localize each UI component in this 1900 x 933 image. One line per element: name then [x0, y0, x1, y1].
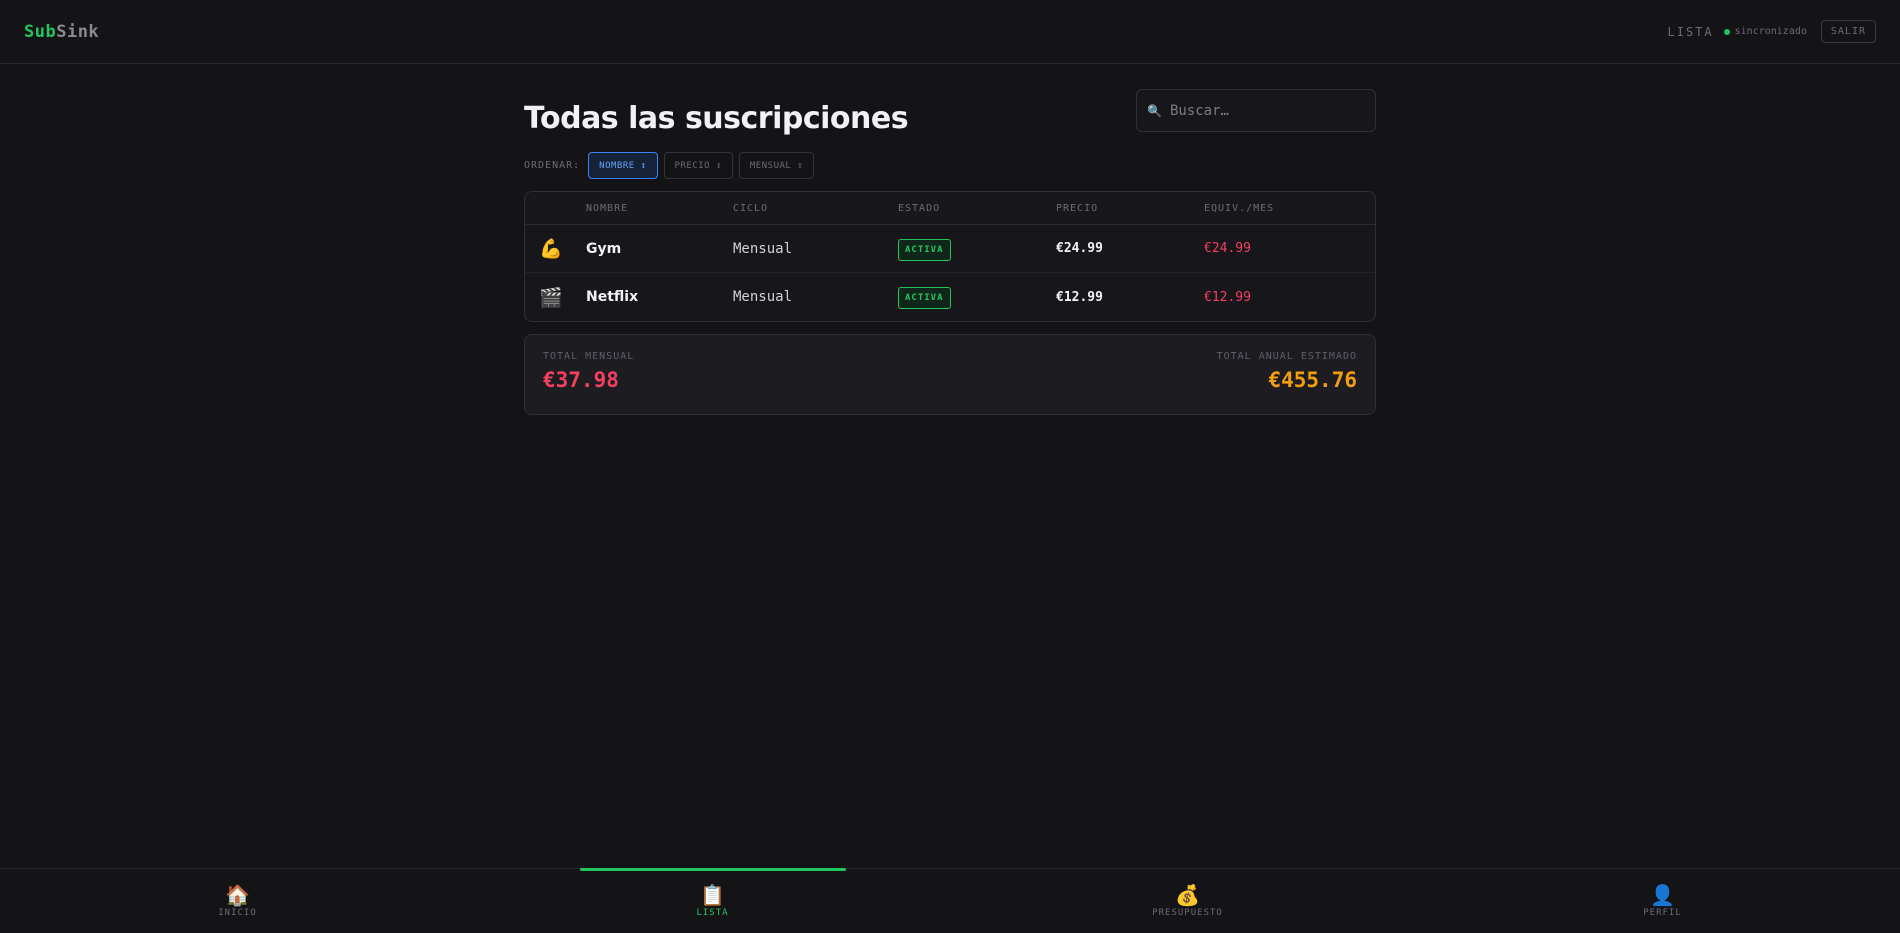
column-header-name[interactable]: NOMBRE — [586, 203, 733, 214]
main-content: Todas las suscripciones 🔍 ORDENAR: NOMBR… — [524, 89, 1376, 415]
flexed-biceps-icon: 💪 — [539, 238, 563, 260]
subscription-name: Gym — [586, 240, 622, 257]
column-header-status[interactable]: ESTADO — [898, 203, 1056, 214]
nav-item-inicio[interactable]: 🏠 INICIO — [0, 869, 475, 933]
sort-label: ORDENAR: — [524, 160, 581, 171]
search-input[interactable] — [1169, 102, 1360, 119]
search-box[interactable]: 🔍 — [1136, 89, 1376, 132]
sync-status: sincronizado — [1723, 26, 1807, 37]
logout-button[interactable]: SALIR — [1820, 20, 1876, 43]
nav-item-presupuesto[interactable]: 💰 PRESUPUESTO — [950, 869, 1425, 933]
subscription-monthly-equiv: €12.99 — [1204, 289, 1251, 305]
column-header-cycle[interactable]: CICLO — [733, 203, 898, 214]
sort-by-name-button[interactable]: NOMBRE ↕ — [588, 152, 658, 179]
table-row[interactable]: 💪 Gym Mensual ACTIVA €24.99 €24.99 — [525, 225, 1375, 273]
header-actions: LISTA sincronizado SALIR — [1668, 20, 1876, 43]
annual-total-value: €455.76 — [1268, 368, 1357, 392]
title-row: Todas las suscripciones 🔍 — [524, 89, 1376, 136]
sync-status-text: sincronizado — [1734, 26, 1807, 37]
logo-part-sink: Sink — [56, 21, 100, 42]
status-badge: ACTIVA — [898, 287, 951, 309]
sync-dot-icon — [1723, 28, 1730, 35]
subscription-monthly-equiv: €24.99 — [1204, 241, 1251, 256]
active-tab-indicator — [579, 868, 846, 871]
subscription-price: €12.99 — [1056, 289, 1103, 305]
subscription-name: Netflix — [586, 289, 639, 305]
subscription-cycle: Mensual — [733, 289, 793, 305]
top-bar: SubSink LISTA sincronizado SALIR — [0, 0, 1900, 64]
monthly-total-value: €37.98 — [543, 368, 619, 392]
annual-total: TOTAL ANUAL ESTIMADO €455.76 — [1217, 351, 1357, 398]
nav-item-perfil[interactable]: 👤 PERFIL — [1425, 869, 1900, 933]
money-bag-icon: 💰 — [1175, 883, 1200, 907]
nav-label: PRESUPUESTO — [1152, 908, 1223, 918]
table-header: NOMBRE CICLO ESTADO PRECIO EQUIV./MES — [525, 192, 1375, 225]
search-icon: 🔍 — [1147, 103, 1162, 118]
clapperboard-icon: 🎬 — [539, 286, 563, 309]
nav-label: INICIO — [218, 908, 257, 918]
column-header-price[interactable]: PRECIO — [1056, 203, 1204, 214]
status-badge: ACTIVA — [898, 238, 951, 261]
subscription-cycle: Mensual — [733, 240, 793, 257]
nav-label: LISTA — [696, 908, 729, 918]
subscriptions-table: NOMBRE CICLO ESTADO PRECIO EQUIV./MES 💪 … — [524, 191, 1376, 322]
nav-item-lista[interactable]: 📋 LISTA — [475, 868, 950, 933]
nav-label: PERFIL — [1643, 908, 1682, 918]
monthly-total-label: TOTAL MENSUAL — [543, 351, 635, 362]
logo-part-sub: Sub — [24, 21, 57, 42]
clipboard-icon: 📋 — [700, 883, 725, 907]
app-logo[interactable]: SubSink — [24, 22, 99, 42]
monthly-total: TOTAL MENSUAL €37.98 — [543, 351, 634, 398]
sort-by-price-button[interactable]: PRECIO ↕ — [663, 152, 733, 179]
page-title: Todas las suscripciones — [524, 101, 909, 136]
sort-controls: ORDENAR: NOMBRE ↕ PRECIO ↕ MENSUAL ↕ — [524, 152, 1376, 179]
home-icon: 🏠 — [225, 883, 250, 907]
totals-card: TOTAL MENSUAL €37.98 TOTAL ANUAL ESTIMAD… — [524, 334, 1376, 415]
column-header-monthly-equiv[interactable]: EQUIV./MES — [1204, 203, 1375, 214]
sort-by-monthly-button[interactable]: MENSUAL ↕ — [738, 152, 815, 179]
user-icon: 👤 — [1650, 883, 1675, 907]
table-row[interactable]: 🎬 Netflix Mensual ACTIVA €12.99 €12.99 — [525, 273, 1375, 321]
status-cell: ACTIVA — [898, 285, 1056, 309]
status-cell: ACTIVA — [898, 237, 1056, 261]
current-view-label: LISTA — [1667, 24, 1714, 39]
bottom-navigation: 🏠 INICIO 📋 LISTA 💰 PRESUPUESTO 👤 PERFIL — [0, 868, 1900, 933]
annual-total-label: TOTAL ANUAL ESTIMADO — [1216, 351, 1357, 362]
subscription-price: €24.99 — [1056, 241, 1103, 256]
